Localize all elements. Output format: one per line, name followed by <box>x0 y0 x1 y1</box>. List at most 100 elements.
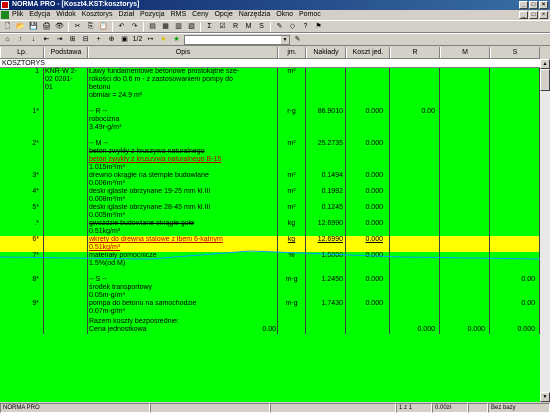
cell-s[interactable] <box>490 140 540 172</box>
cell-jm[interactable]: kg <box>278 220 306 236</box>
check-icon[interactable]: ☑ <box>217 21 228 32</box>
cell-r[interactable] <box>390 204 440 220</box>
cell-m[interactable]: 0.000 <box>440 318 490 334</box>
column-header-koszt-jed[interactable]: Koszt jed. <box>346 47 390 58</box>
minimize-button[interactable]: _ <box>519 1 528 9</box>
close-button[interactable]: × <box>539 1 548 9</box>
cell-op[interactable]: -- M -- beton zwykły z kruszywa naturalne… <box>88 140 278 172</box>
cell-r[interactable]: 0.000 <box>390 318 440 334</box>
cell-s[interactable] <box>490 108 540 140</box>
scroll-down-button[interactable]: ▼ <box>540 392 550 402</box>
view-c-icon[interactable]: ▥ <box>173 21 184 32</box>
cell-op[interactable]: drewno okrągłe na stemple budowlane 0.006… <box>88 172 278 188</box>
expand-icon[interactable]: ⊞ <box>67 34 78 45</box>
cell-kos[interactable]: 0.000 <box>346 220 390 236</box>
cell-nak[interactable] <box>306 68 346 108</box>
block-icon[interactable]: ▣ <box>119 34 130 45</box>
half-icon[interactable]: 1/2 <box>132 34 143 45</box>
cell-m[interactable] <box>440 276 490 300</box>
preview-icon[interactable]: 👁 <box>54 21 65 32</box>
cell-op[interactable]: -- R -- robocizna 3.49r-g/m³ <box>88 108 278 140</box>
table-row[interactable]: 1 KNR-W 2- 02 0201- 01 Ławy fundamentowe bet… <box>0 68 540 108</box>
table-row[interactable]: .* gwoździe budowlane okrągłe gołe 0.51kg/… <box>0 220 540 236</box>
cell-r[interactable]: 0.00 <box>390 108 440 140</box>
add-icon[interactable]: + <box>93 34 104 45</box>
scroll-thumb[interactable] <box>540 69 550 91</box>
cell-s[interactable] <box>490 220 540 236</box>
cut-icon[interactable]: ✂ <box>72 21 83 32</box>
cell-pod[interactable] <box>44 300 88 318</box>
pen-icon[interactable]: ✎ <box>292 34 303 45</box>
table-row[interactable]: 1* -- R -- robocizna 3.49r-g/m³ r-g 86.9010 0.… <box>0 108 540 140</box>
cell-jm[interactable]: m³ <box>278 188 306 204</box>
cell-m[interactable] <box>440 220 490 236</box>
doc-close-button[interactable]: × <box>539 11 548 19</box>
table-row[interactable]: 9* pompa do betonu na samochodzie 0.07m-g/… <box>0 300 540 318</box>
cell-kos[interactable]: 0.000 <box>346 300 390 318</box>
cell-r[interactable] <box>390 220 440 236</box>
cell-s[interactable] <box>490 68 540 108</box>
print-icon[interactable]: 🖨 <box>41 21 52 32</box>
cell-lp[interactable]: .* <box>0 220 44 236</box>
column-header-s[interactable]: S <box>490 47 540 58</box>
cell-m[interactable] <box>440 68 490 108</box>
cell-r[interactable] <box>390 236 440 252</box>
table-row[interactable]: 8* -- S -- środek transportowy 0.05m-g/m³ m-… <box>0 276 540 300</box>
table-row[interactable]: 2* -- M -- beton zwykły z kruszywa natural… <box>0 140 540 172</box>
cell-s[interactable] <box>490 204 540 220</box>
view-d-icon[interactable]: ▧ <box>186 21 197 32</box>
cell-pod[interactable] <box>44 276 88 300</box>
menu-pomoc[interactable]: Pomoc <box>299 10 321 20</box>
table-row[interactable]: 7* materiały pomocnicze 1.5%(od M)% 1.5000 0… <box>0 252 540 276</box>
cell-kos[interactable]: 0.000 <box>346 236 390 252</box>
cell-lp[interactable]: 1 <box>0 68 44 108</box>
cell-nak[interactable]: 25.2735 <box>306 140 346 172</box>
cell-pod[interactable] <box>44 140 88 172</box>
cell-m[interactable] <box>440 172 490 188</box>
cell-jm[interactable]: % <box>278 252 306 276</box>
cell-op[interactable]: deski iglaste obrzynane 19-25 mm kl.III 0… <box>88 188 278 204</box>
cell-s[interactable] <box>490 172 540 188</box>
cell-lp[interactable]: 2* <box>0 140 44 172</box>
column-header-jm[interactable]: jm. <box>278 47 306 58</box>
cell-r[interactable] <box>390 276 440 300</box>
cell-kos[interactable]: 0.000 <box>346 188 390 204</box>
cell-nak[interactable]: 12.6990 <box>306 220 346 236</box>
cell-m[interactable] <box>440 300 490 318</box>
chevron-down-icon[interactable]: ▼ <box>281 35 289 44</box>
cell-pod[interactable] <box>44 108 88 140</box>
jump-icon[interactable]: ↦ <box>145 34 156 45</box>
cell-op[interactable]: pompa do betonu na samochodzie 0.07m-g/m³ <box>88 300 278 318</box>
cell-r[interactable] <box>390 140 440 172</box>
save-icon[interactable]: 💾 <box>28 21 39 32</box>
doc-minimize-button[interactable]: _ <box>519 11 528 19</box>
cell-s[interactable] <box>490 252 540 276</box>
move-down-icon[interactable]: ↓ <box>28 34 39 45</box>
cell-kos[interactable]: 0.000 <box>346 140 390 172</box>
cell-nak[interactable]: 86.9010 <box>306 108 346 140</box>
cell-s[interactable] <box>490 236 540 252</box>
table-row[interactable]: 5* deski iglaste obrzynane 28-45 mm kl.II… <box>0 204 540 220</box>
open-icon[interactable]: 📂 <box>15 21 26 32</box>
cell-nak[interactable]: 12.6990 <box>306 236 346 252</box>
cell-lp[interactable]: 9* <box>0 300 44 318</box>
cell-nak[interactable]: 0.1992 <box>306 188 346 204</box>
redo-icon[interactable]: ↷ <box>129 21 140 32</box>
view-a-icon[interactable]: ▤ <box>147 21 158 32</box>
view-b-icon[interactable]: ▦ <box>160 21 171 32</box>
edit-icon[interactable]: ✎ <box>274 21 285 32</box>
cell-lp[interactable]: 7* <box>0 252 44 276</box>
cell-lp[interactable]: 1* <box>0 108 44 140</box>
cell-m[interactable] <box>440 204 490 220</box>
menu-rms[interactable]: RMS <box>171 10 187 20</box>
cell-lp[interactable]: 3* <box>0 172 44 188</box>
cell-m[interactable] <box>440 140 490 172</box>
cell-op[interactable]: wkręty do drewna stalowe z łbem 6-kątnym… <box>88 236 278 252</box>
cell-pod[interactable] <box>44 188 88 204</box>
scroll-up-button[interactable]: ▲ <box>540 59 550 69</box>
cell-m[interactable] <box>440 236 490 252</box>
column-header-podstawa[interactable]: Podstawa <box>44 47 88 58</box>
document-icon[interactable] <box>1 11 9 19</box>
table-row[interactable]: Razem koszty bezpośrednie: Cena jednostko… <box>0 318 540 334</box>
menu-widok[interactable]: Widok <box>56 10 75 20</box>
